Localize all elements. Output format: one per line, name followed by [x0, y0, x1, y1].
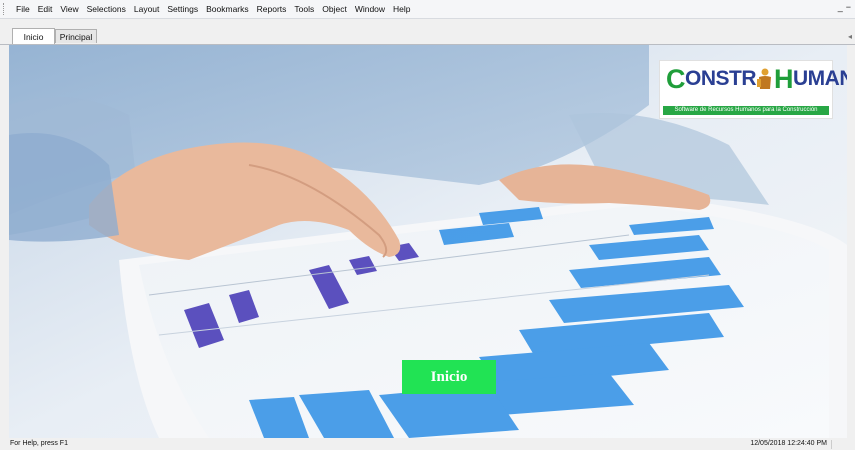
- logo-tagline: Software de Recursos Humanos para la Con…: [663, 106, 829, 115]
- resize-grip-icon[interactable]: [831, 440, 852, 449]
- worker-icon: [756, 67, 774, 91]
- status-help-text: For Help, press F1: [10, 440, 68, 447]
- restore-icon[interactable]: −: [846, 2, 851, 12]
- menu-grip[interactable]: [3, 3, 10, 15]
- menu-file[interactable]: File: [12, 4, 34, 14]
- menu-edit[interactable]: Edit: [34, 4, 57, 14]
- menu-selections[interactable]: Selections: [83, 4, 130, 14]
- menu-tools[interactable]: Tools: [290, 4, 318, 14]
- inicio-button[interactable]: Inicio: [402, 360, 496, 394]
- status-bar: For Help, press F1 12/05/2018 12:24:40 P…: [0, 439, 855, 450]
- menu-layout[interactable]: Layout: [130, 4, 164, 14]
- tab-scroll-icon[interactable]: ◂: [848, 32, 852, 41]
- minimize-icon[interactable]: _: [838, 2, 843, 12]
- tab-inicio[interactable]: Inicio: [12, 28, 55, 44]
- menu-view[interactable]: View: [56, 4, 82, 14]
- menu-window[interactable]: Window: [351, 4, 389, 14]
- menu-settings[interactable]: Settings: [163, 4, 202, 14]
- menu-bar: File Edit View Selections Layout Setting…: [0, 0, 855, 19]
- tab-principal[interactable]: Principal: [55, 29, 97, 43]
- status-datetime: 12/05/2018 12:24:40 PM: [750, 440, 827, 447]
- logo-text-onstr: ONSTR: [685, 67, 757, 90]
- logo-text-umanos: UMANOS: [793, 67, 847, 90]
- constrhumanos-logo: CONSTR HUMANOS Software de Recursos Human…: [659, 60, 847, 119]
- logo-letter-c: C: [666, 64, 686, 94]
- logo-letter-h: H: [774, 64, 794, 94]
- main-canvas: CONSTR HUMANOS Software de Recursos Human…: [9, 45, 847, 438]
- menu-help[interactable]: Help: [389, 4, 414, 14]
- menu-bookmarks[interactable]: Bookmarks: [202, 4, 253, 14]
- tab-strip: Inicio Principal ◂: [0, 19, 855, 45]
- menu-reports[interactable]: Reports: [253, 4, 291, 14]
- menu-object[interactable]: Object: [318, 4, 351, 14]
